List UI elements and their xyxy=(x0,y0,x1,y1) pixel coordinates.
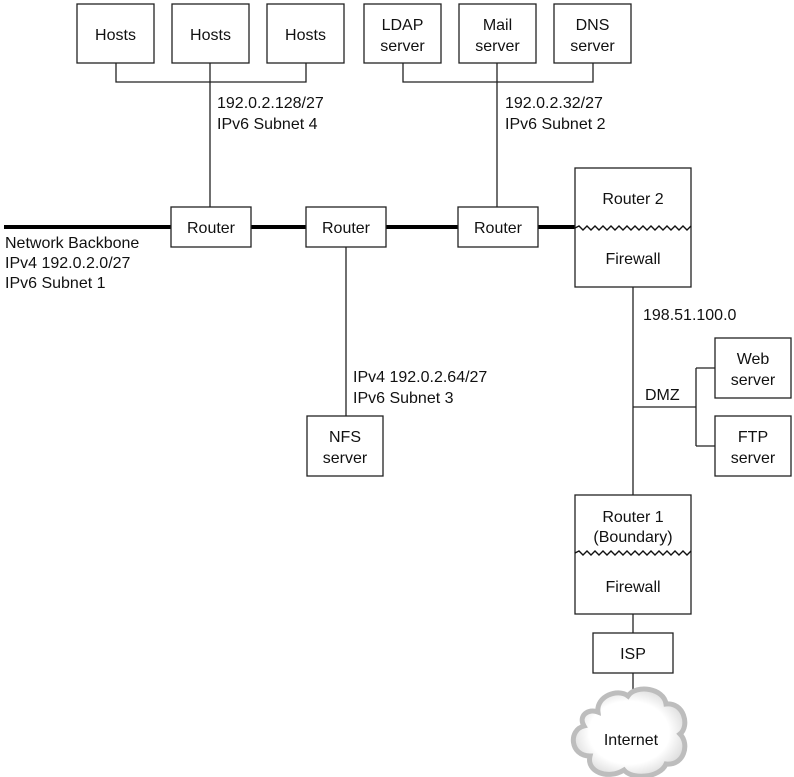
mail-server-label-2: server xyxy=(475,38,520,55)
servers-subnet-ipv4: 192.0.2.32/27 xyxy=(505,95,603,112)
router1-firewall-box: Router 1 (Boundary) Firewall xyxy=(574,494,692,615)
mail-server-box: Mail server xyxy=(458,3,537,64)
router2-firewall-label: Firewall xyxy=(605,251,660,268)
dmz-group: DMZ Web server FTP server xyxy=(633,337,792,477)
ftp-server-box: FTP server xyxy=(714,415,792,477)
router-label: Router xyxy=(187,220,236,237)
router2-label: Router 2 xyxy=(602,191,663,208)
hosts-box: Hosts xyxy=(76,3,155,64)
backbone-ipv6: IPv6 Subnet 1 xyxy=(5,275,106,292)
hosts-subnet-ipv4: 192.0.2.128/27 xyxy=(217,95,324,112)
router2-firewall-box: Router 2 Firewall xyxy=(574,167,692,288)
ldap-server-box: LDAP server xyxy=(363,3,442,64)
web-server-label-2: server xyxy=(731,372,776,389)
dns-server-label-1: DNS xyxy=(576,17,610,34)
router-box: Router xyxy=(170,206,252,248)
servers-bus xyxy=(402,63,594,83)
dmz-link xyxy=(633,367,715,447)
hosts-label: Hosts xyxy=(95,27,136,44)
router-box: Router xyxy=(457,206,539,248)
ftp-server-label-2: server xyxy=(731,450,776,467)
router-label: Router xyxy=(474,220,523,237)
mail-server-label-1: Mail xyxy=(483,17,512,34)
dns-server-label-2: server xyxy=(570,38,615,55)
web-server-box: Web server xyxy=(714,337,792,399)
ldap-server-label-2: server xyxy=(380,38,425,55)
isp-label: ISP xyxy=(620,646,646,663)
hosts-label: Hosts xyxy=(285,27,326,44)
nfs-server-label-2: server xyxy=(323,450,368,467)
router1-boundary-label: (Boundary) xyxy=(593,529,672,546)
servers-subnet-ipv6: IPv6 Subnet 2 xyxy=(505,116,606,133)
internet-cloud: Internet xyxy=(571,686,688,777)
hosts-bus xyxy=(115,63,307,83)
nfs-server-label-1: NFS xyxy=(329,429,361,446)
router-label: Router xyxy=(322,220,371,237)
web-server-label-1: Web xyxy=(737,351,770,368)
network-diagram: Hosts Hosts Hosts 192.0.2.128/27 IPv6 Su… xyxy=(4,3,792,777)
hosts-box: Hosts xyxy=(171,3,250,64)
hosts-box: Hosts xyxy=(266,3,345,64)
nfs-subnet-ipv4: IPv4 192.0.2.64/27 xyxy=(353,369,487,386)
nfs-server-box: NFS server xyxy=(306,415,384,477)
router1-firewall-label: Firewall xyxy=(605,579,660,596)
dmz-label: DMZ xyxy=(645,387,680,404)
hosts-group: Hosts Hosts Hosts 192.0.2.128/27 IPv6 Su… xyxy=(76,3,345,207)
ldap-server-label-1: LDAP xyxy=(382,17,424,34)
nfs-subnet-ipv6: IPv6 Subnet 3 xyxy=(353,390,454,407)
hosts-subnet-ipv6: IPv6 Subnet 4 xyxy=(217,116,318,133)
external-network-label: 198.51.100.0 xyxy=(643,307,737,324)
router1-label: Router 1 xyxy=(602,509,663,526)
hosts-label: Hosts xyxy=(190,27,231,44)
nfs-group: IPv4 192.0.2.64/27 IPv6 Subnet 3 NFS ser… xyxy=(306,247,487,477)
internet-label: Internet xyxy=(604,732,659,749)
backbone-name: Network Backbone xyxy=(5,235,139,252)
router-box: Router xyxy=(305,206,387,248)
backbone-ipv4: IPv4 192.0.2.0/27 xyxy=(5,255,131,272)
ftp-server-label-1: FTP xyxy=(738,429,768,446)
dns-server-box: DNS server xyxy=(553,3,632,64)
isp-box: ISP xyxy=(592,632,674,674)
